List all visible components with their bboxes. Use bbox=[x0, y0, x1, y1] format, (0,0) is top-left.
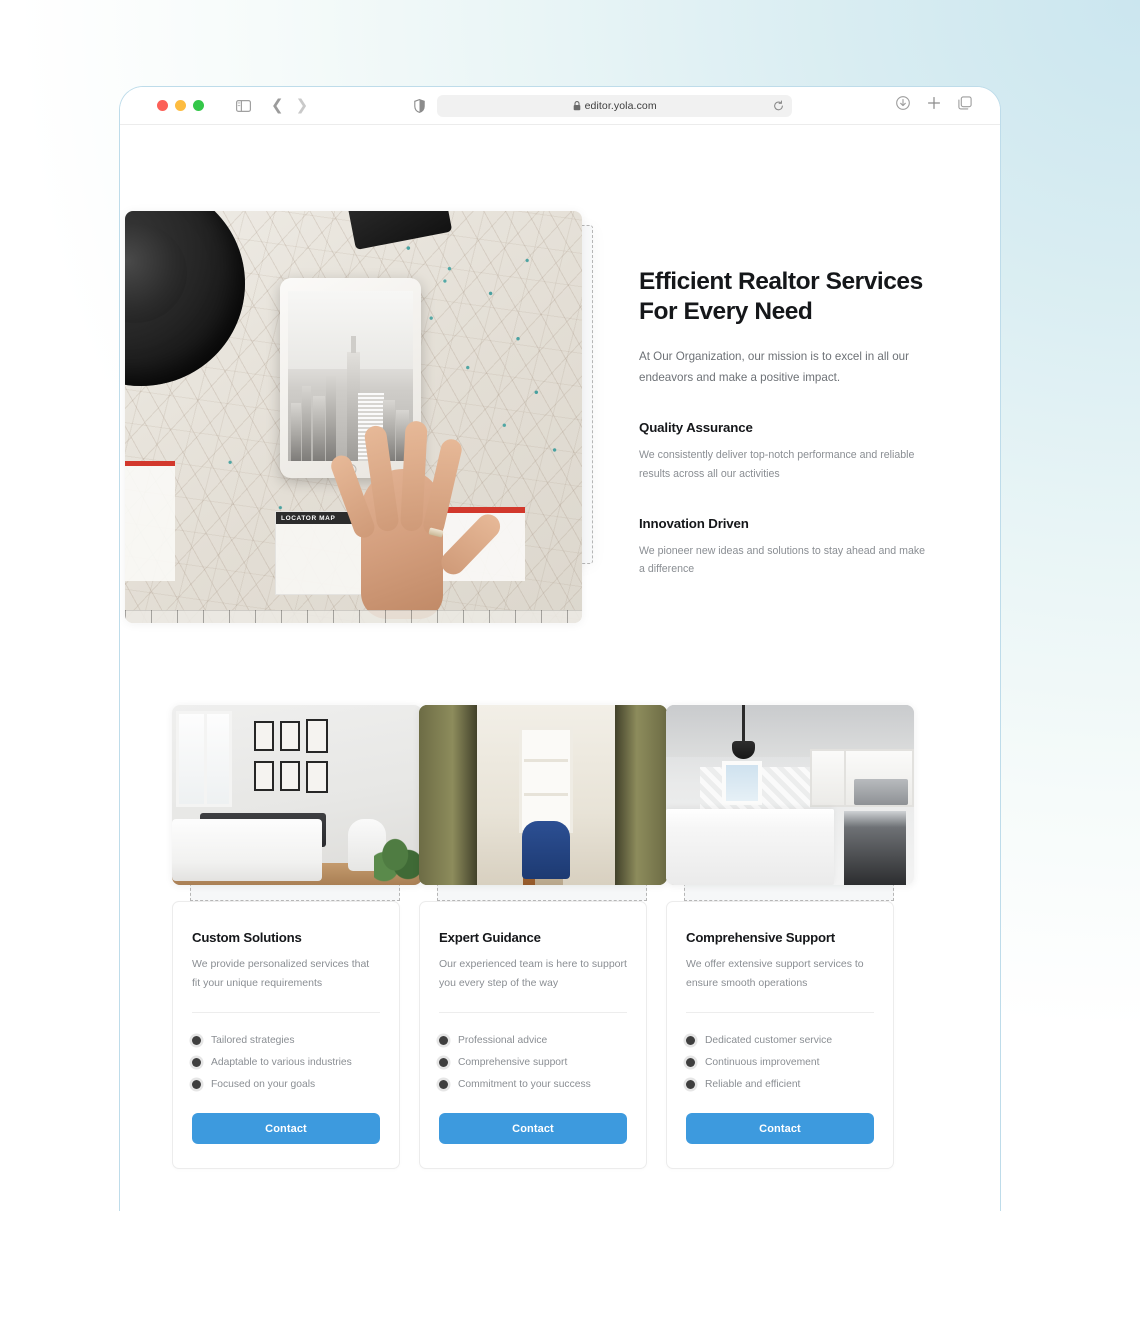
list-item: Comprehensive support bbox=[439, 1051, 627, 1073]
hero-image-slot[interactable]: LOCATOR MAP bbox=[125, 211, 593, 623]
cards-section: Custom Solutions We provide personalized… bbox=[120, 705, 1000, 1170]
card-body: Custom Solutions We provide personalized… bbox=[172, 901, 400, 1170]
hero-feature-quality-assurance: Quality Assurance We consistently delive… bbox=[639, 420, 939, 484]
divider bbox=[686, 1012, 874, 1014]
bullet-icon bbox=[439, 1079, 448, 1089]
card-image-kitchen[interactable] bbox=[666, 705, 914, 885]
card-feature-list: Tailored strategies Adaptable to various… bbox=[192, 1029, 380, 1095]
contact-button[interactable]: Contact bbox=[686, 1113, 874, 1145]
card-custom-solutions: Custom Solutions We provide personalized… bbox=[172, 705, 422, 1170]
bullet-icon bbox=[192, 1057, 201, 1067]
list-item-label: Tailored strategies bbox=[211, 1034, 295, 1046]
sidebar-toggle-icon[interactable] bbox=[236, 99, 251, 112]
maximize-button[interactable] bbox=[193, 100, 204, 111]
toolbar-right-actions[interactable] bbox=[896, 96, 972, 115]
reload-icon[interactable] bbox=[773, 100, 784, 111]
browser-window: ❮ ❯ editor.yola.com LOCATOR MAP Efficien… bbox=[119, 86, 1001, 1211]
bullet-icon bbox=[192, 1079, 201, 1089]
divider bbox=[439, 1012, 627, 1014]
card-body: Expert Guidance Our experienced team is … bbox=[419, 901, 647, 1170]
divider bbox=[192, 1012, 380, 1014]
bullet-icon bbox=[439, 1035, 448, 1045]
list-item-label: Dedicated customer service bbox=[705, 1034, 833, 1046]
hero-feature-title: Innovation Driven bbox=[639, 515, 749, 531]
website-preview-canvas: LOCATOR MAP Efficient Realtor Services F… bbox=[120, 125, 1000, 1211]
card-feature-list: Dedicated customer service Continuous im… bbox=[686, 1029, 874, 1095]
bullet-icon bbox=[192, 1035, 201, 1045]
download-icon[interactable] bbox=[896, 96, 910, 115]
tabs-icon[interactable] bbox=[958, 96, 972, 115]
list-item-label: Adaptable to various industries bbox=[211, 1056, 352, 1068]
hero-feature-desc: We pioneer new ideas and solutions to st… bbox=[639, 544, 926, 576]
bullet-icon bbox=[439, 1057, 448, 1067]
card-title: Custom Solutions bbox=[192, 930, 302, 945]
page-title: Efficient Realtor Services For Every Nee… bbox=[639, 268, 923, 326]
contact-button[interactable]: Contact bbox=[439, 1113, 627, 1145]
list-item: Focused on your goals bbox=[192, 1073, 380, 1095]
list-item: Dedicated customer service bbox=[686, 1029, 874, 1051]
list-item-label: Professional advice bbox=[458, 1034, 548, 1046]
cards-row: Custom Solutions We provide personalized… bbox=[120, 705, 1000, 1170]
plus-icon[interactable] bbox=[927, 96, 941, 115]
card-description: Our experienced team is here to support … bbox=[439, 958, 627, 989]
list-item-label: Reliable and efficient bbox=[705, 1078, 801, 1090]
bullet-icon bbox=[686, 1057, 695, 1067]
hero-image[interactable]: LOCATOR MAP bbox=[125, 211, 582, 623]
chevron-left-icon[interactable]: ❮ bbox=[271, 98, 284, 113]
shield-icon[interactable] bbox=[414, 98, 425, 113]
list-item: Reliable and efficient bbox=[686, 1073, 874, 1095]
close-button[interactable] bbox=[157, 100, 168, 111]
bullet-icon bbox=[686, 1079, 695, 1089]
hero-section: LOCATOR MAP Efficient Realtor Services F… bbox=[120, 125, 1000, 685]
hero-feature-desc: We consistently deliver top-notch perfor… bbox=[639, 448, 915, 480]
minimize-button[interactable] bbox=[175, 100, 186, 111]
card-image-bedroom[interactable] bbox=[172, 705, 422, 885]
hero-feature-title: Quality Assurance bbox=[639, 419, 753, 435]
card-title: Comprehensive Support bbox=[686, 930, 835, 945]
card-feature-list: Professional advice Comprehensive suppor… bbox=[439, 1029, 627, 1095]
list-item-label: Focused on your goals bbox=[211, 1078, 316, 1090]
list-item: Tailored strategies bbox=[192, 1029, 380, 1051]
lock-icon bbox=[573, 100, 581, 111]
list-item: Commitment to your success bbox=[439, 1073, 627, 1095]
chevron-right-icon[interactable]: ❯ bbox=[296, 98, 309, 113]
window-controls[interactable] bbox=[157, 100, 204, 111]
hero-subtitle: At Our Organization, our mission is to e… bbox=[639, 349, 909, 384]
card-comprehensive-support: Comprehensive Support We offer extensive… bbox=[666, 705, 914, 1170]
list-item: Adaptable to various industries bbox=[192, 1051, 380, 1073]
card-description: We provide personalized services that fi… bbox=[192, 958, 370, 989]
navigation-buttons[interactable]: ❮ ❯ bbox=[271, 98, 308, 113]
browser-toolbar: ❮ ❯ editor.yola.com bbox=[120, 87, 1000, 125]
list-item: Continuous improvement bbox=[686, 1051, 874, 1073]
contact-button[interactable]: Contact bbox=[192, 1113, 380, 1145]
list-item-label: Commitment to your success bbox=[458, 1078, 591, 1090]
card-expert-guidance: Expert Guidance Our experienced team is … bbox=[419, 705, 667, 1170]
url-text: editor.yola.com bbox=[584, 99, 657, 112]
hero-feature-innovation-driven: Innovation Driven We pioneer new ideas a… bbox=[639, 516, 939, 580]
card-body: Comprehensive Support We offer extensive… bbox=[666, 901, 894, 1170]
hero-text-column: Efficient Realtor Services For Every Nee… bbox=[639, 267, 939, 579]
list-item-label: Comprehensive support bbox=[458, 1056, 568, 1068]
bullet-icon bbox=[686, 1035, 695, 1045]
card-title: Expert Guidance bbox=[439, 930, 541, 945]
list-item-label: Continuous improvement bbox=[705, 1056, 820, 1068]
card-description: We offer extensive support services to e… bbox=[686, 958, 864, 989]
address-bar[interactable]: editor.yola.com bbox=[437, 94, 793, 117]
hand-object bbox=[328, 411, 506, 623]
list-item: Professional advice bbox=[439, 1029, 627, 1051]
page-backdrop: ❮ ❯ editor.yola.com LOCATOR MAP Efficien… bbox=[0, 0, 1140, 1320]
card-image-study[interactable] bbox=[419, 705, 667, 885]
